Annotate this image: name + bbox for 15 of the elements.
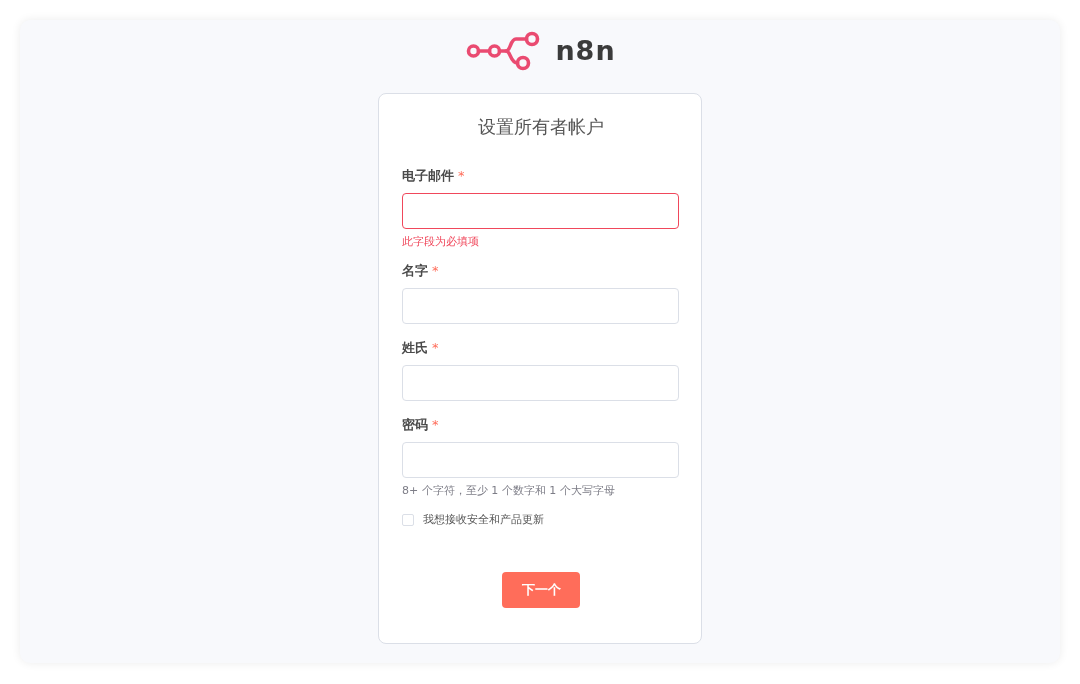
checkbox-label[interactable]: 我想接收安全和产品更新	[423, 512, 544, 528]
form-title: 设置所有者帐户	[476, 115, 605, 139]
field-label: 姓氏	[402, 339, 428, 357]
required-mark: *	[458, 167, 465, 185]
field-label: 电子邮件	[402, 167, 454, 185]
logo-text: n8n	[555, 35, 616, 67]
input-field[interactable]	[402, 193, 679, 229]
required-mark: *	[432, 416, 439, 434]
checkbox[interactable]	[402, 514, 414, 526]
hint-text: 8+ 个字符，至少 1 个数字和 1 个大写字母	[402, 483, 616, 499]
error-message: 此字段为必填项	[402, 234, 480, 250]
field-label: 密码	[402, 416, 428, 434]
required-mark: *	[432, 339, 439, 357]
required-mark: *	[432, 262, 439, 280]
field-label: 名字	[402, 262, 428, 280]
